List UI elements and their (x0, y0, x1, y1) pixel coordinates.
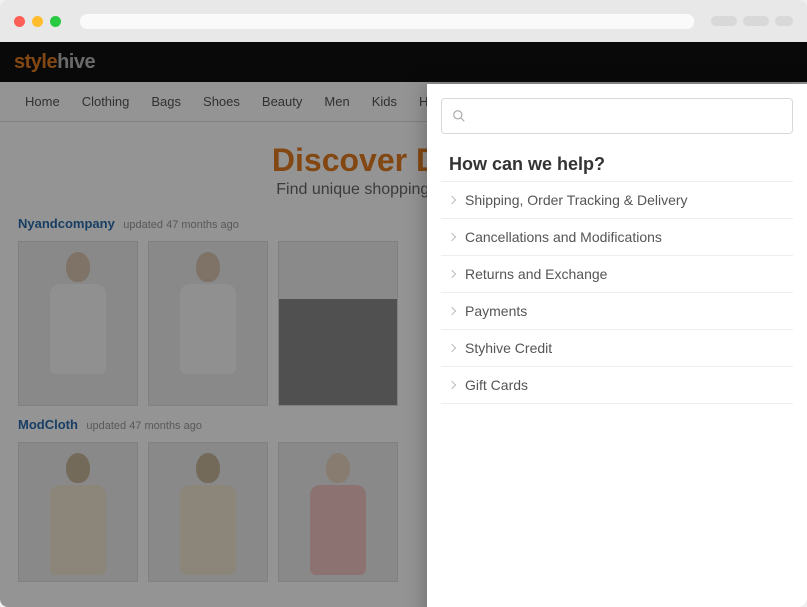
help-item-gift-cards[interactable]: Gift Cards (441, 367, 793, 404)
viewport: stylehive Home Clothing Bags Shoes Beaut… (0, 42, 807, 607)
help-panel: How can we help? Shipping, Order Trackin… (427, 84, 807, 607)
window-close[interactable] (14, 16, 25, 27)
search-icon (452, 109, 466, 123)
help-item-credit[interactable]: Styhive Credit (441, 330, 793, 367)
help-item-shipping[interactable]: Shipping, Order Tracking & Delivery (441, 182, 793, 219)
help-item-cancellations[interactable]: Cancellations and Modifications (441, 219, 793, 256)
chevron-right-icon (448, 381, 456, 389)
chevron-right-icon (448, 344, 456, 352)
help-search-input[interactable] (474, 108, 782, 124)
chevron-right-icon (448, 196, 456, 204)
help-item-label: Styhive Credit (465, 340, 552, 356)
help-item-label: Shipping, Order Tracking & Delivery (465, 192, 688, 208)
window-minimize[interactable] (32, 16, 43, 27)
help-item-label: Cancellations and Modifications (465, 229, 662, 245)
chrome-button[interactable] (711, 16, 737, 26)
chevron-right-icon (448, 307, 456, 315)
chevron-right-icon (448, 233, 456, 241)
help-search-box[interactable] (441, 98, 793, 134)
help-title: How can we help? (449, 154, 793, 175)
help-item-label: Gift Cards (465, 377, 528, 393)
help-item-label: Returns and Exchange (465, 266, 607, 282)
chrome-button[interactable] (775, 16, 793, 26)
help-item-label: Payments (465, 303, 527, 319)
browser-chrome (0, 0, 807, 42)
chrome-button[interactable] (743, 16, 769, 26)
chevron-right-icon (448, 270, 456, 278)
help-item-returns[interactable]: Returns and Exchange (441, 256, 793, 293)
help-list: Shipping, Order Tracking & Delivery Canc… (441, 181, 793, 404)
chrome-buttons (711, 16, 793, 26)
window-zoom[interactable] (50, 16, 61, 27)
url-bar[interactable] (80, 14, 694, 29)
help-item-payments[interactable]: Payments (441, 293, 793, 330)
